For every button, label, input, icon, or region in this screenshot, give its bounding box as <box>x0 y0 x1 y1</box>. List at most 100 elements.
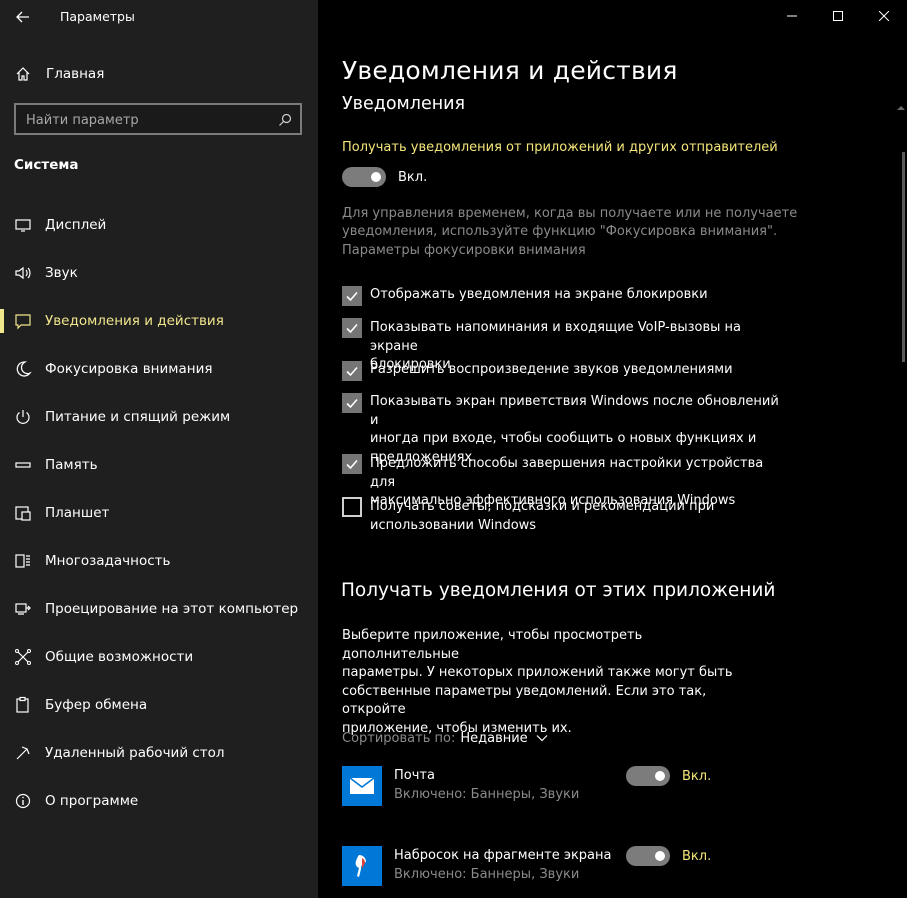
sort-dropdown[interactable]: Сортировать по: Недавние <box>342 731 548 746</box>
sort-value: Недавние <box>460 731 528 746</box>
sidebar-item-about[interactable]: О программе <box>0 777 318 825</box>
search-input[interactable] <box>26 111 266 129</box>
multitasking-icon <box>14 552 32 570</box>
app-status: Включено: Баннеры, Звуки <box>394 787 580 802</box>
focus-assist-settings-link[interactable]: Параметры фокусировки внимания <box>342 243 586 258</box>
lock-screen-notifications-checkbox[interactable] <box>342 286 362 306</box>
sidebar-item-label: Буфер обмена <box>45 697 148 713</box>
home-icon <box>15 66 31 82</box>
scrollbar-thumb[interactable] <box>902 152 905 362</box>
sidebar-item-multitasking[interactable]: Многозадачность <box>0 537 318 585</box>
sort-label: Сортировать по: <box>342 731 456 746</box>
tips-checkbox[interactable] <box>342 497 362 517</box>
sidebar: Параметры Главная Система Дисплей Звук У… <box>0 0 318 898</box>
sidebar-item-sound[interactable]: Звук <box>0 249 318 297</box>
page-title: Уведомления и действия <box>342 56 678 85</box>
sidebar-item-label: Фокусировка внимания <box>45 361 213 377</box>
checkmark-icon <box>346 291 358 302</box>
sidebar-item-remote-desktop[interactable]: Удаленный рабочий стол <box>0 729 318 777</box>
checkmark-icon <box>346 459 358 470</box>
close-icon <box>879 11 889 21</box>
display-icon <box>14 216 32 234</box>
search-icon[interactable] <box>278 112 292 126</box>
info-icon <box>14 792 32 810</box>
sidebar-item-notifications[interactable]: Уведомления и действия <box>0 297 318 345</box>
moon-icon <box>14 360 32 378</box>
chevron-down-icon <box>536 731 548 746</box>
chevron-up-icon <box>897 106 905 110</box>
snip-sketch-notifications-toggle[interactable] <box>626 846 670 866</box>
sidebar-item-label: Питание и спящий режим <box>45 409 231 425</box>
back-arrow-icon <box>16 11 29 23</box>
sidebar-item-clipboard[interactable]: Буфер обмена <box>0 681 318 729</box>
power-icon <box>14 408 32 426</box>
clipboard-icon <box>14 696 32 714</box>
app-name[interactable]: Почта <box>394 768 435 783</box>
sidebar-item-label: Многозадачность <box>45 553 171 569</box>
toggle-knob <box>655 851 665 861</box>
back-button[interactable] <box>10 4 36 30</box>
notifications-icon <box>14 312 32 330</box>
remote-desktop-icon <box>14 744 32 762</box>
reminders-voip-checkbox[interactable] <box>342 318 362 338</box>
sidebar-item-label: Проецирование на этот компьютер <box>45 601 299 617</box>
get-notifications-label: Получать уведомления от приложений и дру… <box>342 140 778 155</box>
search-box[interactable] <box>14 103 302 135</box>
sidebar-item-label: Дисплей <box>45 217 107 233</box>
sound-icon <box>14 264 32 282</box>
focus-desc-line: Для управления временем, когда вы получа… <box>342 206 798 221</box>
sidebar-item-label: Звук <box>45 265 78 281</box>
focus-desc-line: уведомления, используйте функцию "Фокуси… <box>342 224 778 239</box>
close-button[interactable] <box>861 0 907 32</box>
sidebar-item-label: Уведомления и действия <box>45 313 224 329</box>
scroll-up-arrow[interactable] <box>897 97 905 110</box>
checkmark-icon <box>346 323 358 334</box>
sidebar-item-storage[interactable]: Память <box>0 441 318 489</box>
sidebar-item-label: Планшет <box>45 505 110 521</box>
sidebar-item-label: Память <box>45 457 98 473</box>
sidebar-item-shared-experiences[interactable]: Общие возможности <box>0 633 318 681</box>
sidebar-item-label: Удаленный рабочий стол <box>45 745 225 761</box>
app-title: Параметры <box>60 9 135 24</box>
projecting-icon <box>14 600 32 618</box>
welcome-experience-checkbox[interactable] <box>342 393 362 413</box>
sidebar-item-tablet[interactable]: Планшет <box>0 489 318 537</box>
notifications-section-title: Уведомления <box>342 94 466 114</box>
mail-notifications-toggle[interactable] <box>626 766 670 786</box>
tablet-icon <box>14 504 32 522</box>
mail-icon <box>342 766 382 806</box>
checkbox-label: Отображать уведомления на экране блокиро… <box>370 287 708 302</box>
checkbox-label: Разрешить воспроизведение звуков уведомл… <box>370 362 733 377</box>
master-toggle-state: Вкл. <box>398 170 428 185</box>
sidebar-section-title: Система <box>14 157 79 173</box>
apps-description: Выберите приложение, чтобы просмотреть д… <box>342 628 733 736</box>
checkbox-label: Получать советы, подсказки и рекомендаци… <box>370 499 715 533</box>
storage-icon <box>14 456 32 474</box>
sidebar-item-home[interactable]: Главная <box>0 56 318 92</box>
sidebar-nav: Дисплей Звук Уведомления и действия Фоку… <box>0 201 318 825</box>
app-status: Включено: Баннеры, Звуки <box>394 867 580 882</box>
checkmark-icon <box>346 398 358 409</box>
app-toggle-state: Вкл. <box>682 849 712 864</box>
apps-section-title: Получать уведомления от этих приложений <box>341 580 776 601</box>
sidebar-item-display[interactable]: Дисплей <box>0 201 318 249</box>
sidebar-item-focus-assist[interactable]: Фокусировка внимания <box>0 345 318 393</box>
sidebar-item-label: Общие возможности <box>45 649 194 665</box>
checkmark-icon <box>346 366 358 377</box>
title-bar: Параметры <box>0 0 318 34</box>
suggest-setup-checkbox[interactable] <box>342 454 362 474</box>
sidebar-item-projecting[interactable]: Проецирование на этот компьютер <box>0 585 318 633</box>
minimize-icon <box>787 15 797 17</box>
app-toggle-state: Вкл. <box>682 769 712 784</box>
maximize-button[interactable] <box>815 0 861 32</box>
minimize-button[interactable] <box>769 0 815 32</box>
notification-sounds-checkbox[interactable] <box>342 361 362 381</box>
sidebar-item-label: О программе <box>45 793 139 809</box>
maximize-icon <box>833 11 843 21</box>
toggle-knob <box>371 172 381 182</box>
app-name[interactable]: Набросок на фрагменте экрана <box>394 848 612 863</box>
snip-sketch-icon <box>342 846 382 886</box>
sidebar-item-power[interactable]: Питание и спящий режим <box>0 393 318 441</box>
shared-experiences-icon <box>14 648 32 666</box>
master-notifications-toggle[interactable] <box>342 167 386 187</box>
